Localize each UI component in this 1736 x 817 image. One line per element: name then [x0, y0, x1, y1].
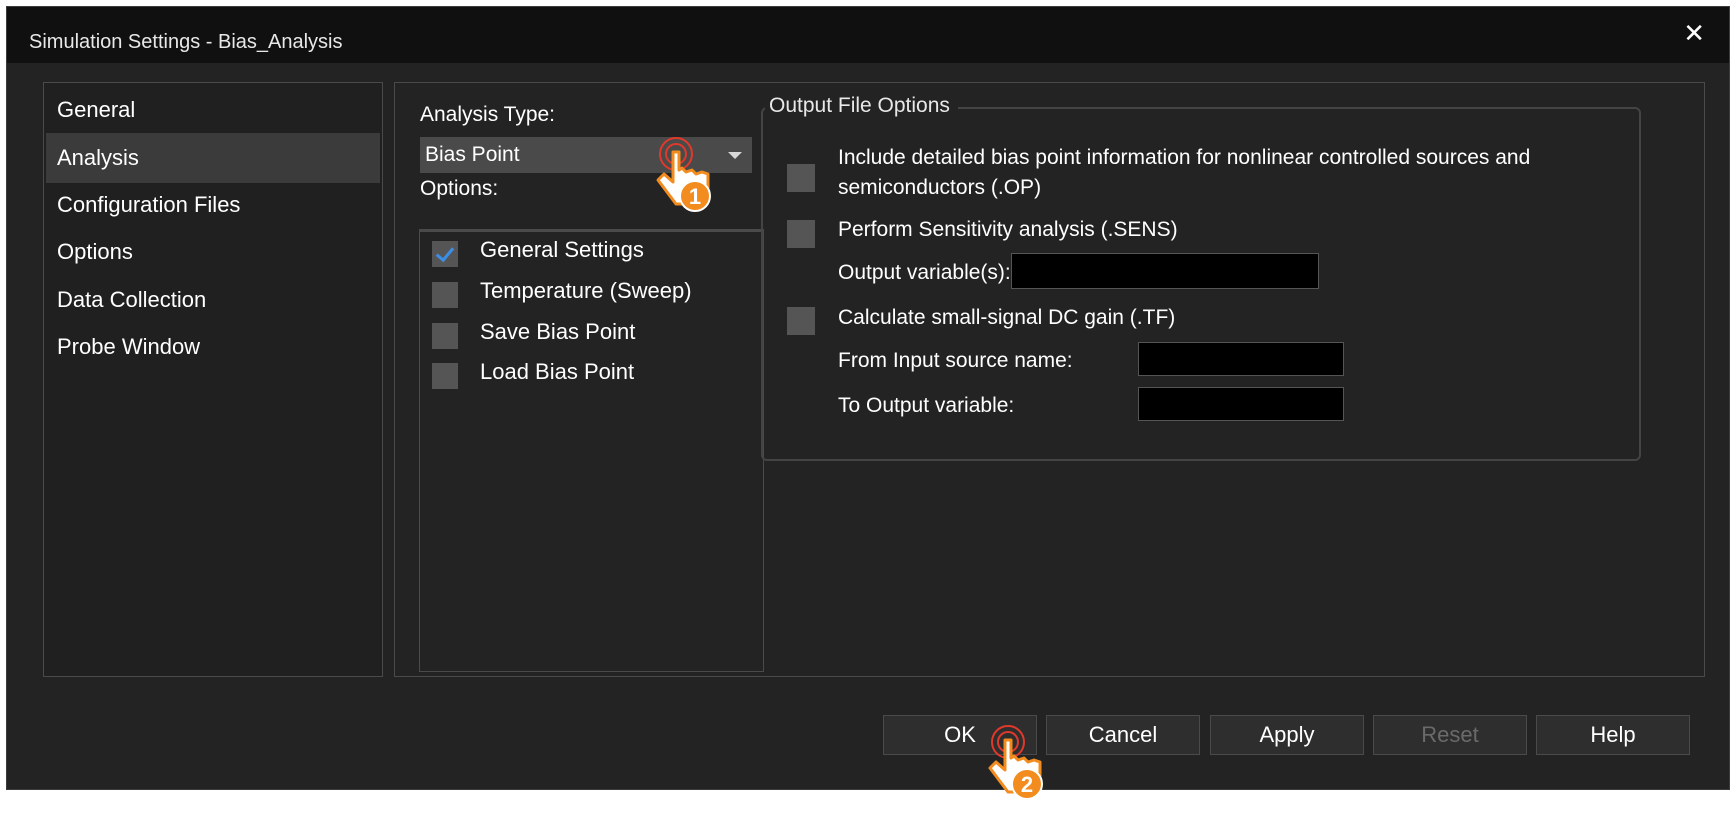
options-list: General Settings Temperature (Sweep) Sav…: [419, 229, 764, 672]
to-output-variable-label: To Output variable:: [838, 394, 1015, 417]
analysis-panel: Analysis Type: Bias Point Options: Gener…: [394, 82, 1705, 677]
output-variables-label: Output variable(s):: [838, 261, 1011, 284]
general-settings-checkbox[interactable]: [432, 241, 458, 267]
analysis-type-label: Analysis Type:: [420, 103, 556, 126]
sidebar-item-general[interactable]: General: [46, 85, 380, 135]
sens-checkbox[interactable]: [787, 220, 815, 248]
sidebar-item-configuration-files[interactable]: Configuration Files: [46, 180, 380, 230]
option-label: General Settings: [480, 237, 644, 262]
sens-label: Perform Sensitivity analysis (.SENS): [838, 218, 1178, 241]
dropdown-arrow-icon: [728, 152, 742, 159]
tf-label: Calculate small-signal DC gain (.TF): [838, 306, 1176, 329]
step-number: 2: [1021, 772, 1033, 797]
sidebar-item-analysis[interactable]: Analysis: [46, 133, 380, 183]
option-label: Load Bias Point: [480, 359, 635, 384]
options-label: Options:: [420, 177, 499, 200]
step-number: 1: [689, 184, 701, 209]
option-label: Temperature (Sweep): [480, 278, 692, 303]
from-input-source-input[interactable]: [1138, 342, 1344, 376]
option-label: Save Bias Point: [480, 319, 636, 344]
op-label-line2: semiconductors (.OP): [838, 176, 1042, 199]
step-1-marker: 1: [656, 137, 711, 212]
apply-button[interactable]: Apply: [1210, 715, 1364, 755]
op-checkbox[interactable]: [787, 164, 815, 192]
to-output-variable-input[interactable]: [1138, 387, 1344, 421]
output-variables-input[interactable]: [1011, 253, 1319, 289]
output-file-options-title: Output File Options: [765, 94, 958, 118]
reset-button: Reset: [1373, 715, 1527, 755]
cancel-button[interactable]: Cancel: [1046, 715, 1200, 755]
window-title: Simulation Settings - Bias_Analysis: [29, 31, 343, 53]
load-bias-point-checkbox[interactable]: [432, 363, 458, 389]
sidebar-item-data-collection[interactable]: Data Collection: [46, 275, 380, 325]
help-button[interactable]: Help: [1536, 715, 1690, 755]
op-label-line1: Include detailed bias point information …: [838, 146, 1531, 169]
from-input-source-label: From Input source name:: [838, 349, 1073, 372]
sidebar-item-options[interactable]: Options: [46, 227, 380, 277]
sidebar-item-probe-window[interactable]: Probe Window: [46, 322, 380, 372]
step-2-marker: 2: [988, 725, 1043, 800]
tf-checkbox[interactable]: [787, 307, 815, 335]
simulation-settings-dialog: Simulation Settings - Bias_Analysis ✕ Ge…: [6, 6, 1730, 790]
analysis-type-value: Bias Point: [425, 143, 520, 166]
temperature-sweep-checkbox[interactable]: [432, 282, 458, 308]
sidebar-nav: General Analysis Configuration Files Opt…: [43, 82, 383, 677]
save-bias-point-checkbox[interactable]: [432, 323, 458, 349]
close-icon[interactable]: ✕: [1683, 19, 1705, 49]
title-bar[interactable]: Simulation Settings - Bias_Analysis ✕: [7, 7, 1729, 63]
